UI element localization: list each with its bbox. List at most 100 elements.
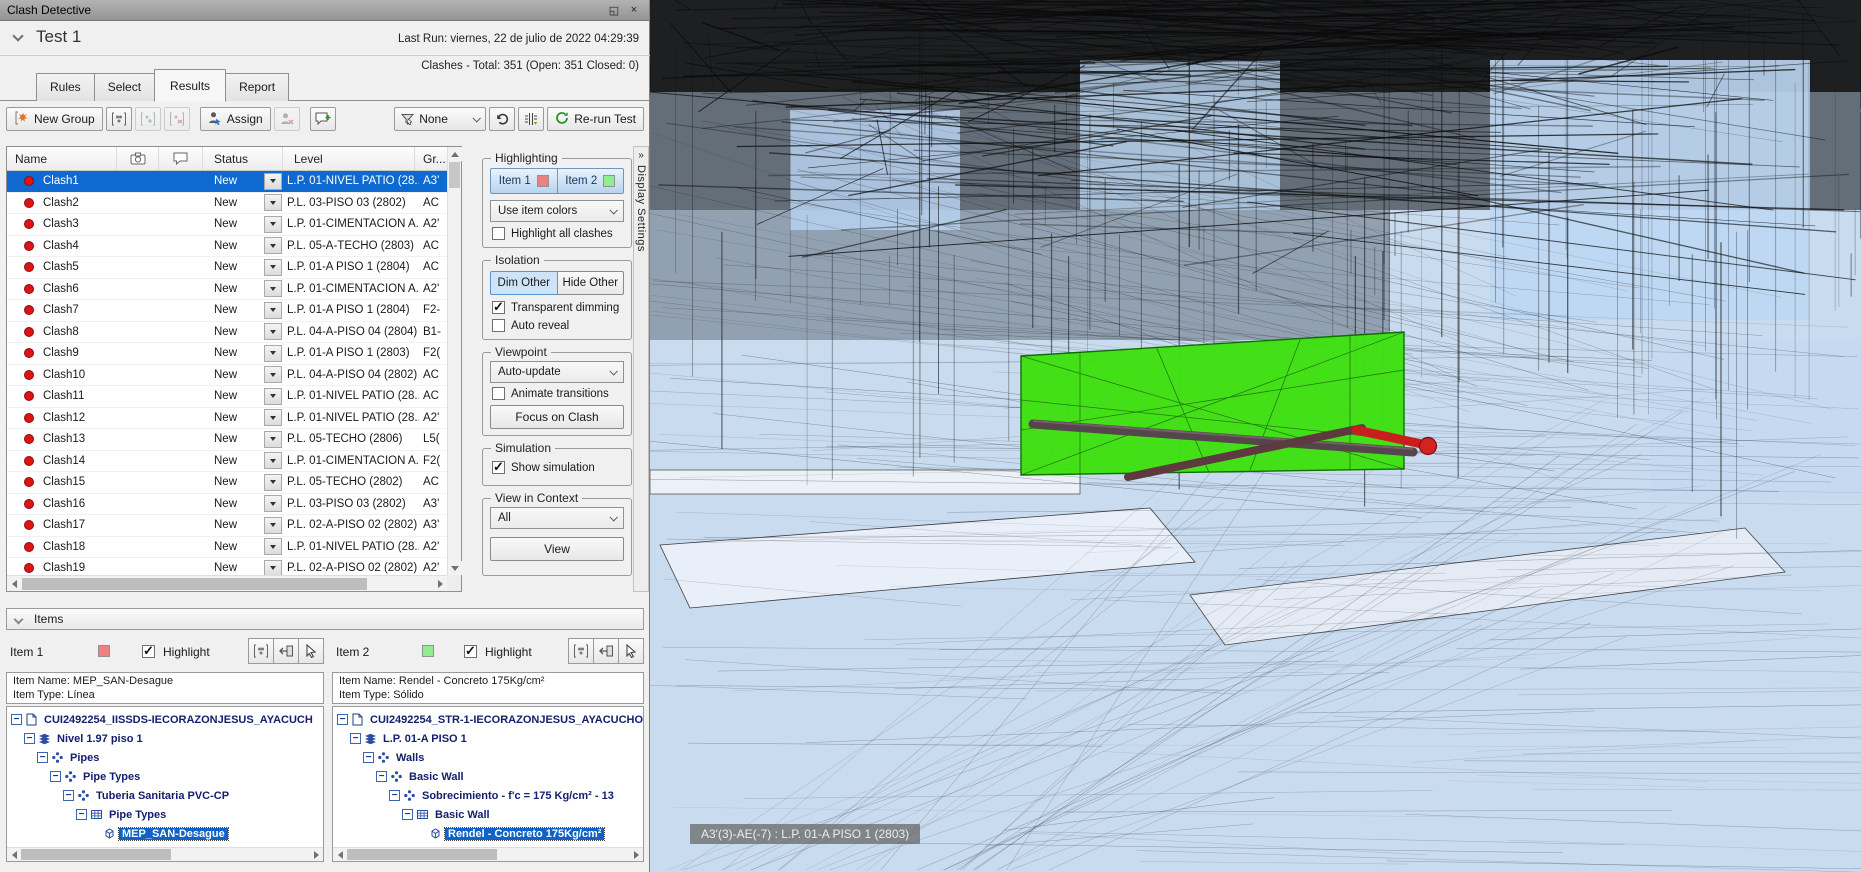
status-dropdown[interactable]: [264, 560, 282, 575]
tree-expand-toggle[interactable]: −: [50, 771, 61, 782]
animate-transitions-checkbox[interactable]: [492, 387, 505, 400]
table-row[interactable]: Clash8NewP.L. 04-A-PISO 04 (2804)B1-: [7, 322, 447, 344]
column-header-name[interactable]: Name: [7, 147, 117, 170]
scroll-right-icon[interactable]: [309, 848, 323, 861]
tree-node[interactable]: −CUI2492254_IISSDS-IECORAZONJESUS_AYACUC…: [7, 710, 323, 729]
tree-node[interactable]: −Tuberia Sanitaria PVC-CP: [7, 786, 323, 805]
table-row[interactable]: Clash17NewP.L. 02-A-PISO 02 (2802)A3': [7, 515, 447, 537]
hide-other-button[interactable]: Hide Other: [557, 271, 625, 295]
tree-node[interactable]: −Nivel 1.97 piso 1: [7, 729, 323, 748]
scroll-left-icon[interactable]: [333, 848, 347, 861]
table-row[interactable]: Clash1NewL.P. 01-NIVEL PATIO (28...A3': [7, 171, 447, 193]
table-row[interactable]: Clash12NewL.P. 01-NIVEL PATIO (28...A2': [7, 408, 447, 430]
tree-expand-toggle[interactable]: −: [24, 733, 35, 744]
scroll-thumb[interactable]: [22, 578, 367, 590]
tree2-horizontal-scrollbar[interactable]: [333, 847, 643, 861]
tree-node[interactable]: −Basic Wall: [333, 767, 643, 786]
tree-node[interactable]: MEP_SAN-Desague: [7, 824, 323, 843]
new-group-button[interactable]: New Group: [6, 107, 103, 131]
scroll-thumb[interactable]: [347, 849, 497, 860]
model-viewport-3d[interactable]: A3'(3)-AE(-7) : L.P. 01-A PISO 1 (2803): [650, 0, 1861, 872]
status-dropdown[interactable]: [264, 538, 282, 555]
scroll-left-icon[interactable]: [7, 577, 21, 591]
tab-rules[interactable]: Rules: [36, 73, 95, 101]
assign-button[interactable]: Assign: [200, 107, 271, 131]
add-comment-button[interactable]: [310, 107, 336, 131]
view-in-context-dropdown[interactable]: All: [490, 507, 624, 529]
item1-highlight-checkbox[interactable]: [142, 645, 155, 658]
tree-node[interactable]: −CUI2492254_STR-1-IECORAZONJESUS_AYACUCH…: [333, 710, 643, 729]
tree-expand-toggle[interactable]: −: [37, 752, 48, 763]
column-header-image[interactable]: [117, 147, 159, 170]
item1-select-group-button[interactable]: [248, 638, 274, 664]
scroll-right-icon[interactable]: [629, 848, 643, 861]
view-button[interactable]: View: [490, 537, 624, 561]
column-header-status[interactable]: Status: [203, 147, 283, 170]
item-colors-dropdown[interactable]: Use item colors: [490, 200, 624, 222]
table-row[interactable]: Clash6NewL.P. 01-CIMENTACION A...A2': [7, 279, 447, 301]
display-settings-tab[interactable]: » Display Settings: [633, 146, 649, 592]
item2-highlight-checkbox[interactable]: [464, 645, 477, 658]
tree-node[interactable]: −Sobrecimiento - f'c = 175 Kg/cm² - 13: [333, 786, 643, 805]
tree-node[interactable]: Rendel - Concreto 175Kg/cm²: [333, 824, 643, 843]
tree-node[interactable]: −L.P. 01-A PISO 1: [333, 729, 643, 748]
status-dropdown[interactable]: [264, 409, 282, 426]
table-row[interactable]: Clash14NewL.P. 01-CIMENTACION A...F2(: [7, 451, 447, 473]
close-icon[interactable]: ×: [626, 3, 642, 17]
item1-select-button[interactable]: [298, 638, 324, 664]
status-dropdown[interactable]: [264, 517, 282, 534]
table-row[interactable]: Clash11NewL.P. 01-NIVEL PATIO (28...AC: [7, 386, 447, 408]
scroll-right-icon[interactable]: [433, 577, 447, 591]
column-header-level[interactable]: Level: [283, 147, 415, 170]
dim-other-button[interactable]: Dim Other: [490, 271, 557, 295]
tree1-horizontal-scrollbar[interactable]: [7, 847, 323, 861]
tree-node[interactable]: −Pipe Types: [7, 767, 323, 786]
item2-return-button[interactable]: [593, 638, 619, 664]
status-dropdown[interactable]: [264, 388, 282, 405]
tree-node[interactable]: −Walls: [333, 748, 643, 767]
column-header-grid[interactable]: Gr...: [415, 147, 447, 170]
status-dropdown[interactable]: [264, 173, 282, 190]
item1-return-button[interactable]: [273, 638, 299, 664]
table-row[interactable]: Clash10NewP.L. 04-A-PISO 04 (2802)AC: [7, 365, 447, 387]
status-dropdown[interactable]: [264, 474, 282, 491]
tree-expand-toggle[interactable]: −: [63, 790, 74, 801]
table-row[interactable]: Clash19NewP.L. 02-A-PISO 02 (2802)A2': [7, 558, 447, 575]
tree-expand-toggle[interactable]: −: [363, 752, 374, 763]
table-row[interactable]: Clash18NewL.P. 01-NIVEL PATIO (28...A2': [7, 537, 447, 559]
column-header-comments[interactable]: [159, 147, 203, 170]
tree-expand-toggle[interactable]: −: [389, 790, 400, 801]
tree-expand-toggle[interactable]: −: [337, 714, 348, 725]
transparent-dimming-checkbox[interactable]: [492, 301, 505, 314]
table-row[interactable]: Clash7NewL.P. 01-A PISO 1 (2804)F2-: [7, 300, 447, 322]
items-section-header[interactable]: Items: [6, 608, 644, 630]
table-row[interactable]: Clash4NewP.L. 05-A-TECHO (2803)AC: [7, 236, 447, 258]
tree-expand-toggle[interactable]: −: [376, 771, 387, 782]
tab-select[interactable]: Select: [94, 73, 155, 101]
results-table-header[interactable]: Name Status Level Gr...: [7, 147, 447, 171]
item2-highlight-button[interactable]: Item 2: [558, 169, 624, 193]
status-dropdown[interactable]: [264, 237, 282, 254]
undock-icon[interactable]: ◱: [606, 3, 622, 17]
filter-dropdown[interactable]: None: [394, 107, 486, 131]
table-horizontal-scrollbar[interactable]: [7, 575, 447, 591]
rerun-test-button[interactable]: Re-run Test: [547, 107, 644, 131]
tab-results[interactable]: Results: [154, 69, 226, 102]
undo-button[interactable]: [489, 107, 515, 131]
status-dropdown[interactable]: [264, 323, 282, 340]
table-row[interactable]: Clash5NewL.P. 01-A PISO 1 (2804)AC: [7, 257, 447, 279]
scroll-thumb[interactable]: [449, 162, 460, 188]
collapse-items-icon[interactable]: [14, 614, 24, 624]
scroll-thumb[interactable]: [21, 849, 171, 860]
table-row[interactable]: Clash2NewP.L. 03-PISO 03 (2802)AC: [7, 193, 447, 215]
scroll-left-icon[interactable]: [7, 848, 21, 861]
collapse-test-icon[interactable]: [12, 30, 23, 41]
tree-expand-toggle[interactable]: −: [350, 733, 361, 744]
status-dropdown[interactable]: [264, 345, 282, 362]
compact-button[interactable]: [518, 107, 544, 131]
table-row[interactable]: Clash9NewL.P. 01-A PISO 1 (2803)F2(: [7, 343, 447, 365]
status-dropdown[interactable]: [264, 194, 282, 211]
panel-title-bar[interactable]: Clash Detective ◱ ×: [0, 0, 649, 21]
status-dropdown[interactable]: [264, 452, 282, 469]
scroll-down-icon[interactable]: [448, 561, 462, 575]
